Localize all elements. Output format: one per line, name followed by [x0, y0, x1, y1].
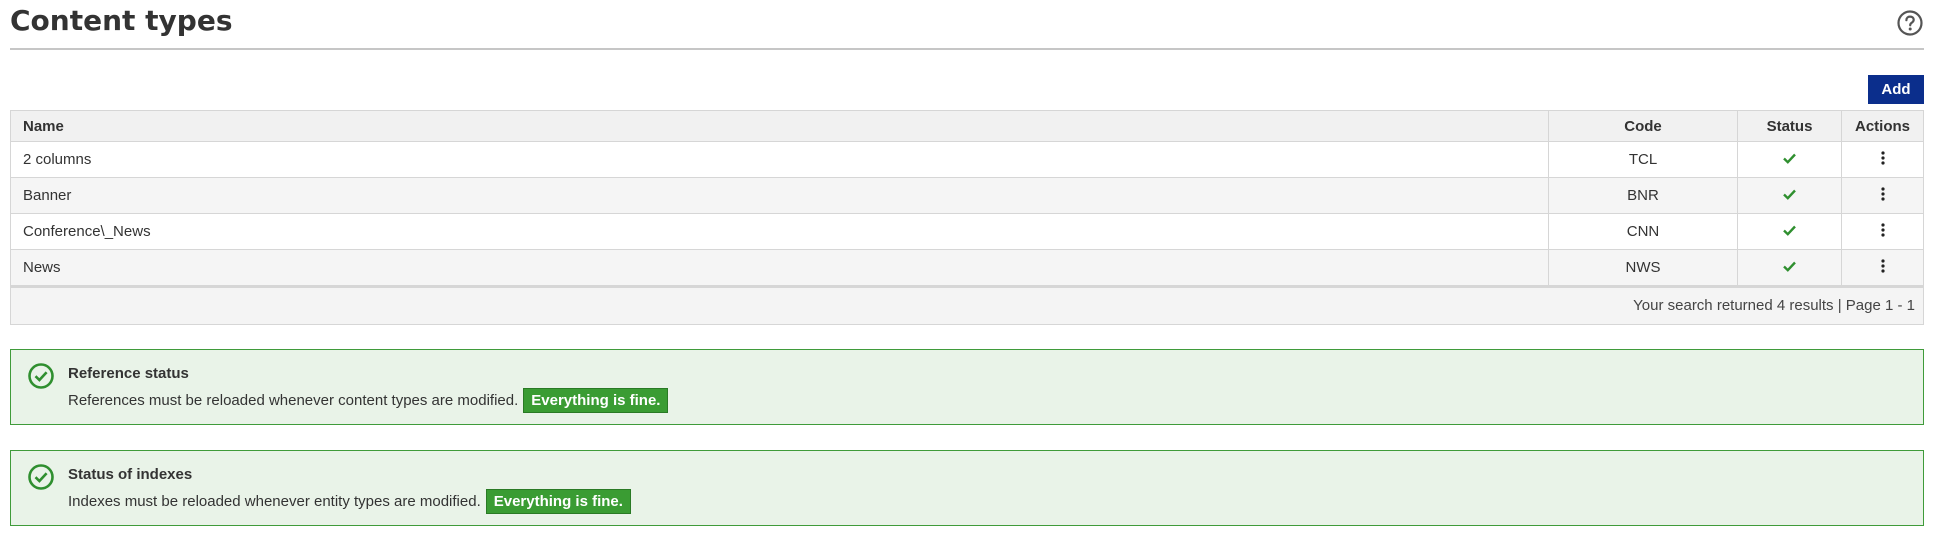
row-name[interactable]: Conference\_News	[10, 213, 1549, 250]
index-status-alert: Status of indexes Indexes must be reload…	[10, 450, 1924, 526]
page-header: Content types	[10, 0, 1924, 50]
check-icon	[1783, 259, 1796, 272]
row-actions	[1841, 249, 1924, 286]
column-header-status[interactable]: Status	[1737, 110, 1842, 142]
row-status	[1737, 249, 1842, 286]
row-code: BNR	[1548, 177, 1738, 214]
column-header-actions: Actions	[1841, 110, 1924, 142]
row-name[interactable]: Banner	[10, 177, 1549, 214]
table-pagination-summary: Your search returned 4 results | Page 1 …	[10, 286, 1924, 325]
column-header-name[interactable]: Name	[10, 110, 1549, 142]
page-title: Content types	[10, 4, 233, 37]
reference-status-alert: Reference status References must be relo…	[10, 349, 1924, 425]
row-name[interactable]: News	[10, 249, 1549, 286]
table-row: News NWS	[10, 249, 1924, 286]
kebab-menu-icon[interactable]	[1880, 150, 1885, 165]
alert-message-text: Indexes must be reloaded whenever entity…	[68, 493, 481, 510]
table-row: Conference\_News CNN	[10, 213, 1924, 250]
content-types-table: Name Code Status Actions 2 columns TCL B…	[10, 110, 1924, 325]
alert-message: References must be reloaded whenever con…	[68, 388, 669, 413]
kebab-menu-icon[interactable]	[1880, 222, 1885, 237]
row-code: NWS	[1548, 249, 1738, 286]
row-status	[1737, 141, 1842, 178]
status-badge: Everything is fine.	[523, 388, 669, 413]
check-circle-icon	[27, 463, 55, 491]
alert-title: Status of indexes	[68, 466, 193, 483]
table-row: 2 columns TCL	[10, 141, 1924, 178]
kebab-menu-icon[interactable]	[1880, 186, 1885, 201]
row-actions	[1841, 141, 1924, 178]
check-icon	[1783, 223, 1796, 236]
row-status	[1737, 213, 1842, 250]
row-code: CNN	[1548, 213, 1738, 250]
alert-message-text: References must be reloaded whenever con…	[68, 392, 519, 409]
row-actions	[1841, 177, 1924, 214]
check-icon	[1783, 187, 1796, 200]
check-circle-icon	[27, 362, 55, 390]
table-header-row: Name Code Status Actions	[10, 110, 1924, 142]
table-row: Banner BNR	[10, 177, 1924, 214]
status-badge: Everything is fine.	[485, 489, 631, 514]
check-icon	[1783, 151, 1796, 164]
row-status	[1737, 177, 1842, 214]
row-code: TCL	[1548, 141, 1738, 178]
row-actions	[1841, 213, 1924, 250]
help-circle-icon[interactable]	[1896, 9, 1924, 37]
row-name[interactable]: 2 columns	[10, 141, 1549, 178]
add-button[interactable]: Add	[1868, 75, 1924, 104]
column-header-code[interactable]: Code	[1548, 110, 1738, 142]
content-types-page: Content types Add Name Code Status Actio…	[0, 0, 1934, 544]
alert-title: Reference status	[68, 365, 189, 382]
kebab-menu-icon[interactable]	[1880, 258, 1885, 273]
alert-message: Indexes must be reloaded whenever entity…	[68, 489, 631, 514]
